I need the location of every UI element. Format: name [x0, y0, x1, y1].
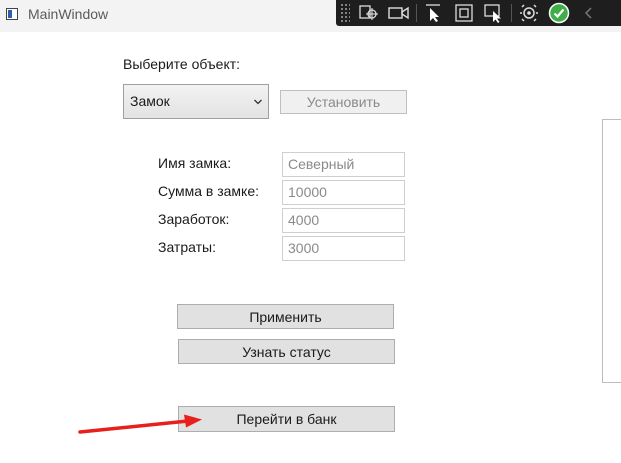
- annotation-arrow: [78, 414, 202, 434]
